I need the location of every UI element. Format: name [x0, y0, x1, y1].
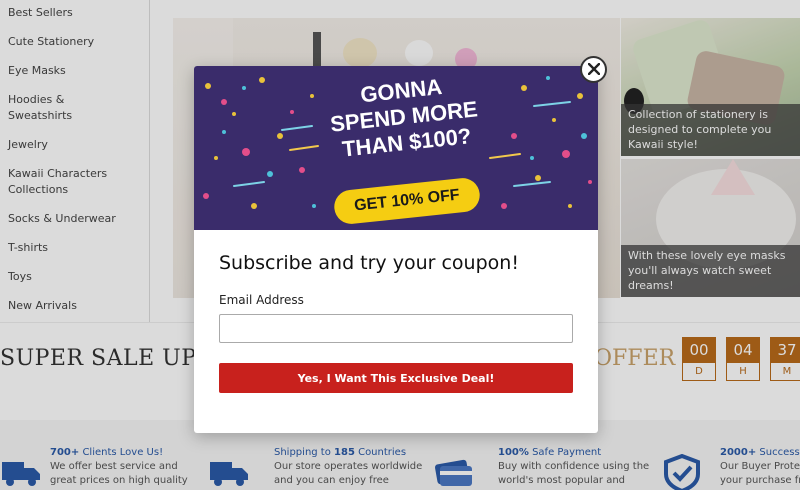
close-icon	[587, 60, 600, 79]
email-label: Email Address	[219, 293, 304, 307]
email-field[interactable]	[219, 314, 573, 343]
exclusive-deal-button[interactable]: Yes, I Want This Exclusive Deal!	[219, 363, 573, 393]
close-popup-button[interactable]	[580, 56, 607, 83]
subscribe-popup: GONNA SPEND MORE THAN $100? GET 10% OFF …	[194, 66, 598, 433]
popup-title: Subscribe and try your coupon!	[219, 252, 519, 274]
promo-banner: GONNA SPEND MORE THAN $100? GET 10% OFF	[194, 66, 598, 230]
